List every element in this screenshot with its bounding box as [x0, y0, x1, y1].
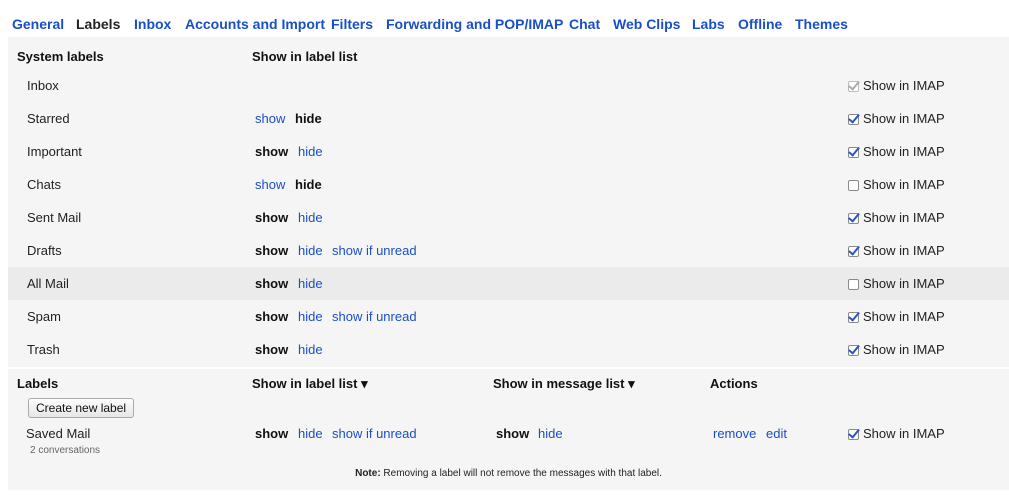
conversation-count: 2 conversations [30, 445, 101, 456]
tab-forwarding-and-pop-imap[interactable]: Forwarding and POP/IMAP [386, 16, 563, 32]
label-list-show-if-unread-option[interactable]: show if unread [332, 426, 417, 441]
hide-option[interactable]: hide [298, 144, 323, 159]
settings-tabs: General Labels Inbox Accounts and Import Fil… [0, 0, 1009, 36]
show-option[interactable]: show [255, 111, 285, 126]
show-option[interactable]: show [255, 210, 288, 225]
imap-label: Show in IMAP [863, 342, 945, 357]
imap-toggle[interactable]: Show in IMAP [848, 210, 945, 225]
system-labels-header: System labels [17, 49, 104, 64]
section-divider [8, 367, 1009, 369]
system-label-row-drafts: Drafts show hide show if unread Show in IMAP [8, 234, 1009, 267]
show-option[interactable]: show [255, 177, 285, 192]
system-label-row-sent-mail: Sent Mail show hide Show in IMAP [8, 201, 1009, 234]
label-list-hide-option[interactable]: hide [298, 426, 323, 441]
show-option[interactable]: show [255, 309, 288, 324]
hide-option[interactable]: hide [298, 243, 323, 258]
hide-option[interactable]: hide [298, 210, 323, 225]
system-label-row-important: Important show hide Show in IMAP [8, 135, 1009, 168]
imap-toggle[interactable]: Show in IMAP [848, 177, 945, 192]
system-label-name: Drafts [27, 243, 62, 258]
imap-checkbox[interactable] [848, 429, 859, 440]
show-if-unread-option[interactable]: show if unread [332, 309, 417, 324]
hide-option[interactable]: hide [295, 111, 322, 126]
system-label-name: Trash [27, 342, 60, 357]
create-new-label-button[interactable]: Create new label [28, 398, 135, 418]
hide-option[interactable]: hide [298, 342, 323, 357]
note-bold: Note: [355, 468, 381, 479]
system-label-row-starred: Starred show hide Show in IMAP [8, 102, 1009, 135]
removal-note: Note: Removing a label will not remove t… [8, 468, 1009, 479]
actions-header: Actions [710, 376, 758, 391]
hide-option[interactable]: hide [295, 177, 322, 192]
show-if-unread-option[interactable]: show if unread [332, 243, 417, 258]
system-label-name: Important [27, 144, 82, 159]
imap-toggle[interactable]: Show in IMAP [848, 342, 945, 357]
imap-label: Show in IMAP [863, 309, 945, 324]
show-option[interactable]: show [255, 144, 288, 159]
tab-labs[interactable]: Labs [692, 16, 725, 32]
show-option[interactable]: show [255, 342, 288, 357]
hide-option[interactable]: hide [298, 309, 323, 324]
imap-checkbox[interactable] [848, 147, 859, 158]
imap-label: Show in IMAP [863, 144, 945, 159]
imap-checkbox[interactable] [848, 312, 859, 323]
system-label-name: All Mail [27, 276, 69, 291]
tab-labels[interactable]: Labels [76, 16, 120, 32]
saved-mail-imap-toggle[interactable]: Show in IMAP [848, 426, 945, 441]
imap-label: Show in IMAP [863, 243, 945, 258]
system-label-name: Spam [27, 309, 61, 324]
tab-themes[interactable]: Themes [795, 16, 848, 32]
tab-inbox[interactable]: Inbox [134, 16, 171, 32]
imap-label: Show in IMAP [863, 177, 945, 192]
show-option[interactable]: show [255, 276, 288, 291]
imap-toggle[interactable]: Show in IMAP [848, 144, 945, 159]
system-label-row-inbox: Inbox Show in IMAP [8, 69, 1009, 102]
imap-checkbox[interactable] [848, 246, 859, 257]
tab-web-clips[interactable]: Web Clips [613, 16, 680, 32]
tab-accounts-and-import[interactable]: Accounts and Import [185, 16, 325, 32]
imap-label: Show in IMAP [863, 78, 945, 93]
tab-offline[interactable]: Offline [738, 16, 782, 32]
tab-general[interactable]: General [12, 16, 64, 32]
label-name[interactable]: Saved Mail [26, 426, 90, 441]
system-label-row-chats: Chats show hide Show in IMAP [8, 168, 1009, 201]
labels-panel: System labels Show in label list Inbox Sh… [8, 37, 1009, 490]
imap-toggle[interactable]: Show in IMAP [848, 111, 945, 126]
imap-checkbox[interactable] [848, 345, 859, 356]
show-in-label-list-dropdown[interactable]: Show in label list ▾ [252, 376, 368, 392]
imap-toggle[interactable]: Show in IMAP [848, 243, 945, 258]
system-label-row-spam: Spam show hide show if unread Show in IMAP [8, 300, 1009, 333]
imap-checkbox[interactable] [848, 114, 859, 125]
labels-header: Labels [17, 376, 59, 391]
show-in-message-list-dropdown[interactable]: Show in message list ▾ [493, 376, 635, 392]
tab-chat[interactable]: Chat [569, 16, 600, 32]
imap-checkbox[interactable] [848, 180, 859, 191]
note-text: Removing a label will not remove the mes… [380, 468, 662, 479]
tab-filters[interactable]: Filters [331, 16, 373, 32]
imap-checkbox [848, 81, 859, 92]
edit-label-link[interactable]: edit [766, 426, 787, 441]
system-label-name: Starred [27, 111, 70, 126]
imap-label: Show in IMAP [863, 426, 945, 441]
message-list-show-option[interactable]: show [496, 426, 529, 441]
imap-checkbox[interactable] [848, 213, 859, 224]
imap-label: Show in IMAP [863, 276, 945, 291]
imap-toggle: Show in IMAP [848, 78, 945, 93]
system-label-name: Chats [27, 177, 61, 192]
system-label-name: Inbox [27, 78, 59, 93]
system-label-row-all-mail: All Mail show hide Show in IMAP [8, 267, 1009, 300]
hide-option[interactable]: hide [298, 276, 323, 291]
imap-toggle[interactable]: Show in IMAP [848, 276, 945, 291]
system-label-row-trash: Trash show hide Show in IMAP [8, 333, 1009, 366]
show-in-label-list-header: Show in label list [252, 49, 358, 64]
remove-label-link[interactable]: remove [713, 426, 756, 441]
imap-label: Show in IMAP [863, 111, 945, 126]
show-option[interactable]: show [255, 243, 288, 258]
imap-label: Show in IMAP [863, 210, 945, 225]
message-list-hide-option[interactable]: hide [538, 426, 563, 441]
system-label-name: Sent Mail [27, 210, 82, 225]
imap-checkbox[interactable] [848, 279, 859, 290]
label-list-show-option[interactable]: show [255, 426, 288, 441]
imap-toggle[interactable]: Show in IMAP [848, 309, 945, 324]
